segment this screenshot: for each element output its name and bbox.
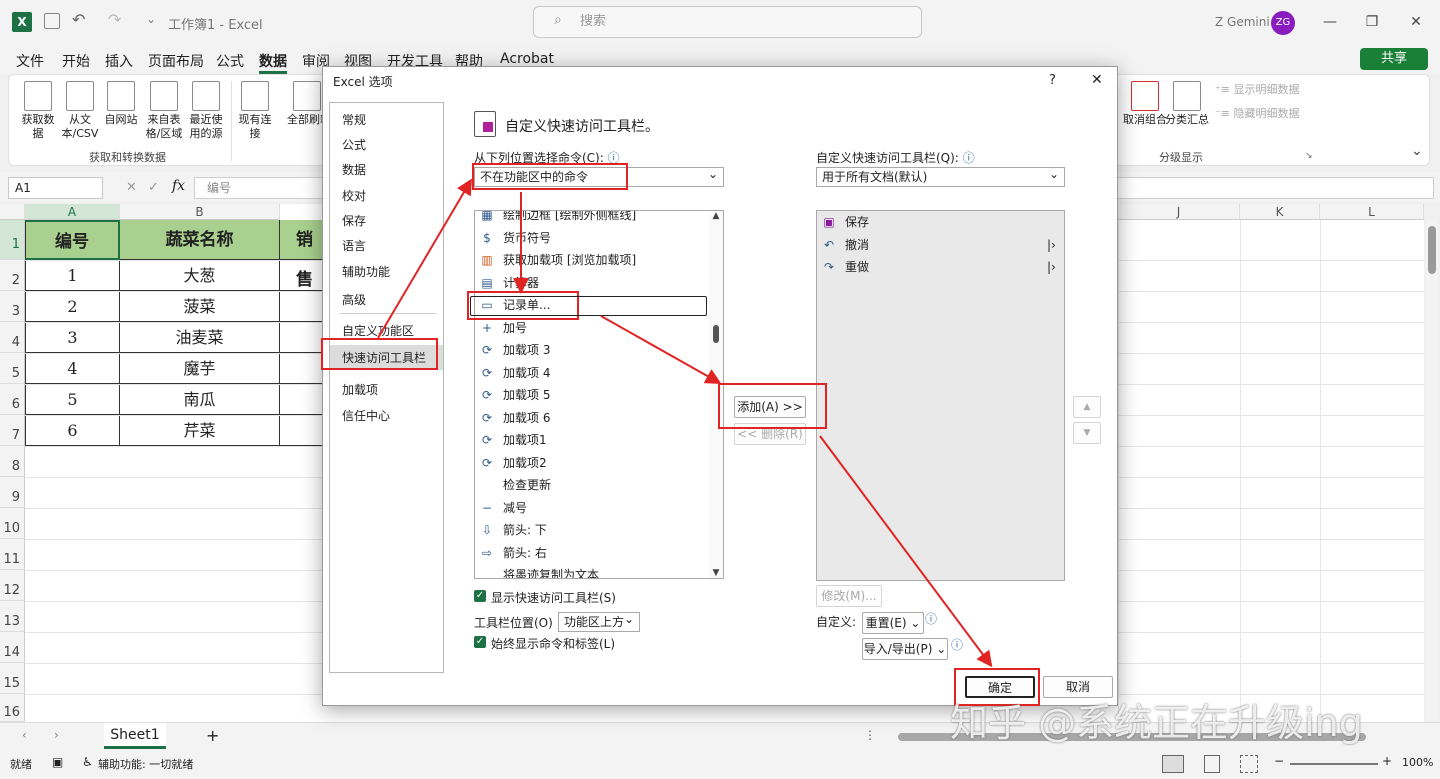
arrow-add-to-ok <box>819 435 993 668</box>
annotation-arrows <box>377 178 993 668</box>
excel-window: X ↶ ↷ ⌄ 工作簿1 - Excel 搜索 ⌕ Z Gemini ZG — … <box>0 0 1440 779</box>
watermark: 知乎 @系统正在升级ing <box>950 701 1363 745</box>
arrow-form-to-add <box>600 315 722 384</box>
arrow-nav-to-select <box>377 178 473 339</box>
